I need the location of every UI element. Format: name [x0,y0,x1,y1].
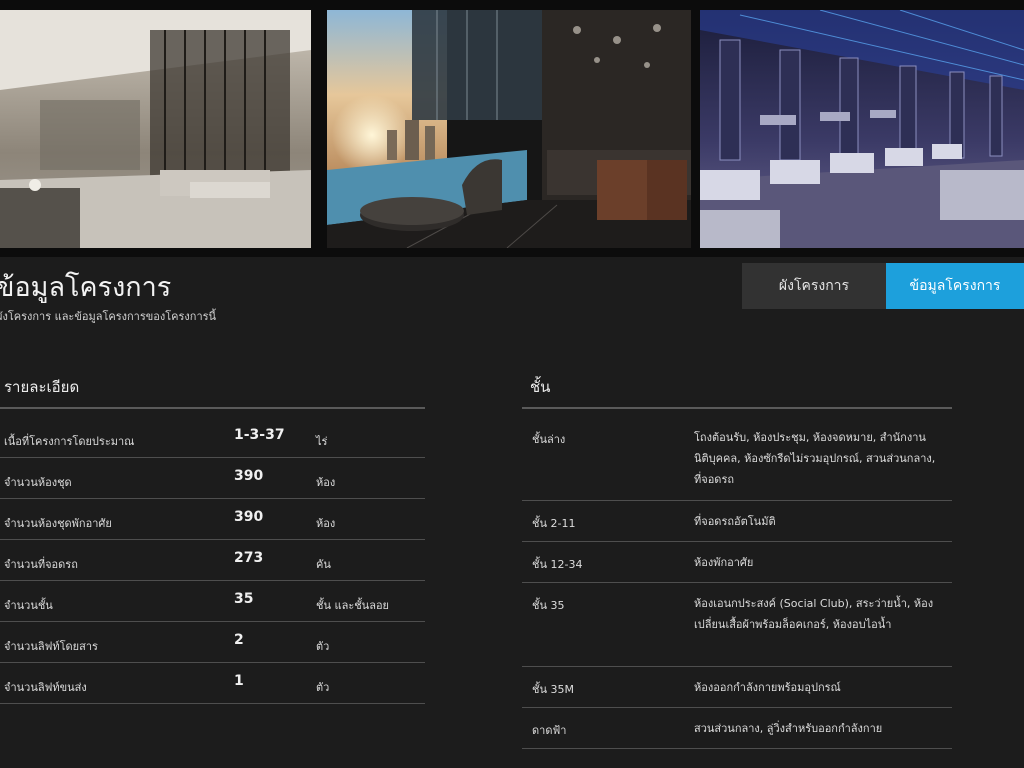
table-row: จำนวนลิฟท์ขนส่ง 1 ตัว [0,663,425,704]
detail-label: จำนวนชั้น [4,599,53,612]
table-row: จำนวนห้องชุด 390 ห้อง [0,458,425,499]
detail-value: 1-3-37 [234,427,285,443]
detail-value: 390 [234,468,264,484]
tab-bar: ผังโครงการ ข้อมูลโครงการ [742,263,1024,309]
detail-value: 273 [234,550,264,566]
floor-label: ดาดฟ้า [532,724,567,737]
floor-description: สวนส่วนกลาง, ลู่วิ่งสำหรับออกกำลังกาย [694,722,883,735]
floor-label: ชั้น 35 [532,599,565,612]
detail-unit: ไร่ [316,435,328,448]
details-heading: รายละเอียด [4,378,80,396]
floor-description: ห้องเอนกประสงค์ (Social Club), สระว่ายน้… [694,597,934,631]
page-title: ข้อมูลโครงการ [0,272,172,303]
pool-lounge-photo[interactable] [327,10,691,248]
floor-label: ชั้น 2-11 [532,517,576,530]
tab-project-info[interactable]: ข้อมูลโครงการ [886,263,1024,309]
page-subtitle: ผังโครงการ และข้อมูลโครงการของโครงการนี้ [0,310,217,323]
detail-label: จำนวนห้องชุดพักอาศัย [4,517,112,530]
detail-value: 2 [234,632,244,648]
details-divider [0,407,425,409]
detail-value: 1 [234,673,244,689]
fitness-photo[interactable] [700,10,1024,248]
table-row: จำนวนห้องชุดพักอาศัย 390 ห้อง [0,499,425,540]
detail-label: จำนวนลิฟท์โดยสาร [4,640,98,653]
detail-value: 390 [234,509,264,525]
floor-label: ชั้น 12-34 [532,558,583,571]
detail-unit: ห้อง [316,517,336,530]
tab-project-plan[interactable]: ผังโครงการ [742,263,886,309]
floor-label: ชั้น 35M [532,683,574,696]
table-row: จำนวนชั้น 35 ชั้น และชั้นลอย [0,581,425,622]
table-row: จำนวนที่จอดรถ 273 คัน [0,540,425,581]
photo-gallery [0,0,1024,257]
floors-heading: ชั้น [530,378,551,396]
detail-value: 35 [234,591,254,607]
table-row: จำนวนลิฟท์โดยสาร 2 ตัว [0,622,425,663]
floors-table: ชั้นล่าง โถงต้อนรับ, ห้องประชุม, ห้องจดห… [522,417,952,749]
detail-unit: ตัว [316,681,330,694]
floors-divider [522,407,952,409]
floor-description: ห้องพักอาศัย [694,556,754,569]
table-row: ชั้นล่าง โถงต้อนรับ, ห้องประชุม, ห้องจดห… [522,417,952,501]
floor-description: ห้องออกกำลังกายพร้อมอุปกรณ์ [694,681,841,694]
detail-unit: ห้อง [316,476,336,489]
detail-unit: ชั้น และชั้นลอย [316,599,389,612]
floor-description: ที่จอดรถอัตโนมัติ [694,515,776,528]
table-row: เนื้อที่โครงการโดยประมาณ 1-3-37 ไร่ [0,417,425,458]
table-row: ชั้น 35 ห้องเอนกประสงค์ (Social Club), ส… [522,583,952,667]
project-info-panel: ข้อมูลโครงการ ผังโครงการ และข้อมูลโครงกา… [0,257,1024,768]
detail-label: จำนวนลิฟท์ขนส่ง [4,681,87,694]
detail-unit: คัน [316,558,331,571]
detail-label: เนื้อที่โครงการโดยประมาณ [4,435,135,448]
floor-label: ชั้นล่าง [532,433,566,446]
detail-label: จำนวนห้องชุด [4,476,72,489]
table-row: ดาดฟ้า สวนส่วนกลาง, ลู่วิ่งสำหรับออกกำลั… [522,708,952,749]
detail-unit: ตัว [316,640,330,653]
table-row: ชั้น 12-34 ห้องพักอาศัย [522,542,952,583]
detail-label: จำนวนที่จอดรถ [4,558,78,571]
lobby-photo[interactable] [0,10,311,248]
table-row: ชั้น 2-11 ที่จอดรถอัตโนมัติ [522,501,952,542]
details-table: เนื้อที่โครงการโดยประมาณ 1-3-37 ไร่ จำนว… [0,417,425,704]
table-row: ชั้น 35M ห้องออกกำลังกายพร้อมอุปกรณ์ [522,667,952,708]
floor-description: โถงต้อนรับ, ห้องประชุม, ห้องจดหมาย, สำนั… [694,431,936,486]
